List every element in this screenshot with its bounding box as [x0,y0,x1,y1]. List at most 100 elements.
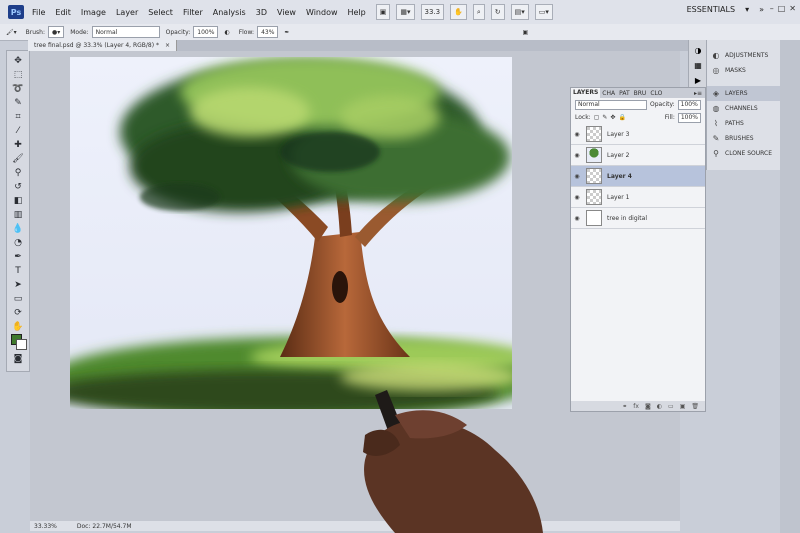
new-layer-icon[interactable]: ▣ [680,403,686,410]
arrange-documents-icon[interactable]: ▤▾ [510,4,529,20]
background-color-swatch[interactable] [16,339,27,350]
zoom-status[interactable]: 33.33% [34,523,57,530]
fill-field[interactable]: 100% [677,112,701,123]
layer-style-icon[interactable]: fx [633,403,639,410]
document-canvas[interactable] [70,57,512,409]
menu-analysis[interactable]: Analysis [213,8,246,17]
panel-layers[interactable]: ◈ LAYERS [707,86,781,101]
menu-filter[interactable]: Filter [183,8,203,17]
flow-field[interactable]: 43% [257,26,279,38]
eyedropper-icon[interactable]: ⁄ [10,125,26,137]
panel-menu-icon[interactable]: ▸≡ [694,90,705,97]
new-group-icon[interactable]: ▭ [668,403,674,410]
panel-paths[interactable]: ⌇ PATHS [707,116,781,131]
3d-rotate-icon[interactable]: ⟳ [10,307,26,319]
menu-edit[interactable]: Edit [55,8,71,17]
maximize-icon[interactable]: □ [778,4,786,13]
view-extras-icon[interactable]: ▦▾ [396,4,415,20]
gradient-icon[interactable]: ▥ [10,209,26,221]
panel-masks[interactable]: ◎ MASKS [707,63,781,78]
blend-mode-select[interactable]: Normal [575,99,647,110]
menu-file[interactable]: File [32,8,45,17]
move-tool-icon[interactable]: ✥ [10,55,26,67]
menu-select[interactable]: Select [148,8,173,17]
menu-layer[interactable]: Layer [116,8,138,17]
shape-tool-icon[interactable]: ▭ [10,293,26,305]
lock-pixels-icon[interactable]: ✎ [602,114,607,121]
adjustment-layer-icon[interactable]: ◐ [657,403,662,410]
tab-layers[interactable]: LAYERS [571,88,601,98]
menu-help[interactable]: Help [348,8,366,17]
bridge-icon[interactable]: ▣ [375,4,391,20]
panel-brushes[interactable]: ✎ BRUSHES [707,131,781,146]
opacity-field[interactable]: 100% [193,26,219,38]
airbrush-icon[interactable]: ✒ [284,29,289,36]
layer-row-selected[interactable]: ◉ Layer 4 [571,166,705,187]
path-selection-icon[interactable]: ➤ [10,279,26,291]
mode-select[interactable]: Normal [91,26,160,38]
screen-mode-icon[interactable]: ▭▾ [534,4,553,20]
marquee-tool-icon[interactable]: ⬚ [10,69,26,81]
layer-row[interactable]: ◉ Layer 1 [571,187,705,208]
styles-panel-icon[interactable]: ▶ [689,76,707,85]
brush-preset-picker[interactable]: ●▾ [47,26,65,38]
layer-row[interactable]: ◉ Layer 3 [571,124,705,145]
history-brush-icon[interactable]: ↺ [10,181,26,193]
close-icon[interactable]: ✕ [789,4,796,13]
document-tab[interactable]: tree final.psd @ 33.3% (Layer 4, RGB/8) … [28,40,177,51]
blur-icon[interactable]: 💧 [10,223,26,235]
panel-adjustments[interactable]: ◐ ADJUSTMENTS [707,48,781,63]
tablet-size-icon[interactable]: ▣ [522,29,528,36]
quick-selection-icon[interactable]: ✎ [10,97,26,109]
pen-icon[interactable]: ✒ [10,251,26,263]
panel-label: PATHS [725,120,744,127]
tab-brushes[interactable]: BRU [632,90,649,97]
visibility-eye-icon[interactable]: ◉ [571,173,583,180]
tablet-opacity-icon[interactable]: ◐ [224,29,229,36]
document-size-status: Doc: 22.7M/54.7M [76,522,132,530]
lock-all-icon[interactable]: 🔒 [618,114,625,121]
lasso-tool-icon[interactable]: ➰ [10,83,26,95]
type-tool-icon[interactable]: T [10,265,26,277]
brush-tool-icon[interactable]: 🖌▾ [6,29,17,36]
lock-position-icon[interactable]: ✥ [610,114,615,121]
zoom-field[interactable]: 33.3 [420,4,445,20]
close-tab-icon[interactable]: × [165,42,170,49]
brush-icon[interactable]: 🖌 [10,153,26,165]
color-panel-icon[interactable]: ◑ [689,46,707,55]
add-mask-icon[interactable]: ◙ [645,403,651,410]
trash-icon[interactable]: 🗑 [691,403,699,410]
panel-clone-source[interactable]: ⚲ CLONE SOURCE [707,146,781,161]
healing-brush-icon[interactable]: ✚ [10,139,26,151]
rotate-view-icon[interactable]: ↻ [490,4,505,20]
visibility-eye-icon[interactable]: ◉ [571,152,583,159]
layer-opacity-field[interactable]: 100% [677,99,701,110]
workspace-switcher[interactable]: ESSENTIALS ▾ » [687,5,764,14]
minimize-icon[interactable]: – [770,4,774,13]
crop-tool-icon[interactable]: ⌗ [10,111,26,123]
hand-icon[interactable]: ✋ [10,321,26,333]
tab-channels[interactable]: CHA [600,90,617,97]
lock-transparency-icon[interactable]: ▢ [594,114,600,121]
clone-stamp-icon[interactable]: ⚲ [10,167,26,179]
tab-paths[interactable]: PAT [617,90,632,97]
link-layers-icon[interactable]: ⚭ [622,403,627,410]
visibility-eye-icon[interactable]: ◉ [571,215,583,222]
visibility-eye-icon[interactable]: ◉ [571,194,583,201]
zoom-tool-icon[interactable]: ⌕ [472,4,485,20]
layer-row[interactable]: ◉ tree in digital [571,208,705,229]
menu-3d[interactable]: 3D [256,8,267,17]
panel-channels[interactable]: ◍ CHANNELS [707,101,781,116]
hand-tool-icon[interactable]: ✋ [450,4,467,20]
menu-view[interactable]: View [277,8,296,17]
visibility-eye-icon[interactable]: ◉ [571,131,583,138]
menu-image[interactable]: Image [81,8,106,17]
swatches-panel-icon[interactable]: ▦ [689,61,707,70]
menu-window[interactable]: Window [306,8,338,17]
panel-label: MASKS [725,67,746,74]
dodge-icon[interactable]: ◔ [10,237,26,249]
tab-clone-source[interactable]: CLO [648,90,664,97]
eraser-icon[interactable]: ◧ [10,195,26,207]
quick-mask-icon[interactable]: ◙ [10,353,26,365]
layer-row[interactable]: ◉ Layer 2 [571,145,705,166]
